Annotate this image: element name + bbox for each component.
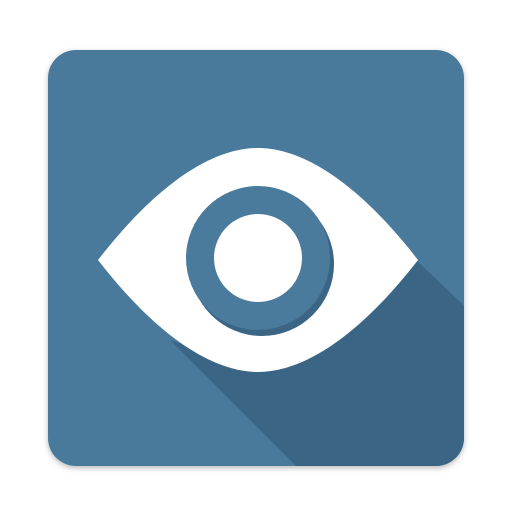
pupil bbox=[214, 214, 302, 302]
app-icon-stage bbox=[0, 0, 512, 512]
eye-app-icon[interactable] bbox=[0, 0, 512, 512]
